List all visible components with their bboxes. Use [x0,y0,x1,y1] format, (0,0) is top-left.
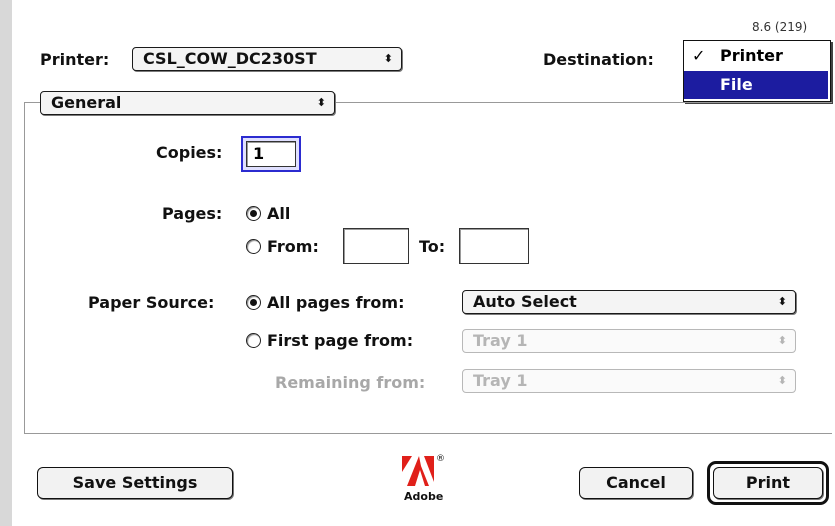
remaining-from-select[interactable]: Tray 1 ⬍ [462,369,796,393]
pages-from-field[interactable] [343,228,409,264]
destination-label: Destination: [543,50,654,69]
first-page-from-select[interactable]: Tray 1 ⬍ [462,329,796,353]
updown-arrows-icon: ⬍ [777,295,787,308]
copies-field[interactable]: 1 [246,141,296,167]
copies-label: Copies: [156,143,223,162]
all-pages-from-label[interactable]: All pages from: [267,293,404,312]
updown-arrows-icon: ⬍ [777,334,787,347]
version-label: 8.6 (219) [752,20,808,34]
pages-all-radio[interactable] [246,206,261,221]
adobe-registered-mark: ® [436,454,445,464]
checkmark-icon: ✓ [692,46,706,65]
all-pages-from-select[interactable]: Auto Select ⬍ [462,290,796,314]
print-button[interactable]: Print [713,467,823,499]
pages-from-label[interactable]: From: [267,237,319,256]
panel-select-value: General [51,93,122,112]
pages-to-field[interactable] [459,228,529,264]
pages-to-label: To: [419,237,446,256]
cancel-button[interactable]: Cancel [579,467,693,499]
paper-source-label: Paper Source: [88,293,215,312]
destination-menu[interactable]: ✓ Printer File [683,40,831,102]
adobe-logo-text: Adobe [404,490,444,503]
updown-arrows-icon: ⬍ [316,96,326,109]
remaining-from-value: Tray 1 [473,371,528,390]
pages-from-radio[interactable] [246,239,261,254]
printer-select-value: CSL_COW_DC230ST [143,49,317,68]
pages-all-label[interactable]: All [267,204,290,223]
first-page-from-label[interactable]: First page from: [267,331,413,350]
first-page-from-value: Tray 1 [473,331,528,350]
pages-label: Pages: [162,204,223,223]
first-page-from-radio[interactable] [246,333,261,348]
adobe-logo: ® Adobe [402,454,450,508]
adobe-logo-icon [402,456,434,486]
print-dialog: 8.6 (219) Printer: CSL_COW_DC230ST ⬍ Des… [0,0,835,526]
panel-select[interactable]: General ⬍ [40,91,335,115]
updown-arrows-icon: ⬍ [383,52,393,65]
save-settings-button[interactable]: Save Settings [37,467,233,499]
updown-arrows-icon: ⬍ [777,374,787,387]
all-pages-from-radio[interactable] [246,295,261,310]
copies-value: 1 [253,144,265,163]
destination-menu-item-file[interactable]: File [684,71,828,99]
printer-label: Printer: [40,50,110,69]
printer-select[interactable]: CSL_COW_DC230ST ⬍ [132,47,402,71]
remaining-from-label: Remaining from: [275,373,426,392]
all-pages-from-value: Auto Select [473,292,577,311]
destination-menu-item-printer[interactable]: ✓ Printer [684,43,828,69]
